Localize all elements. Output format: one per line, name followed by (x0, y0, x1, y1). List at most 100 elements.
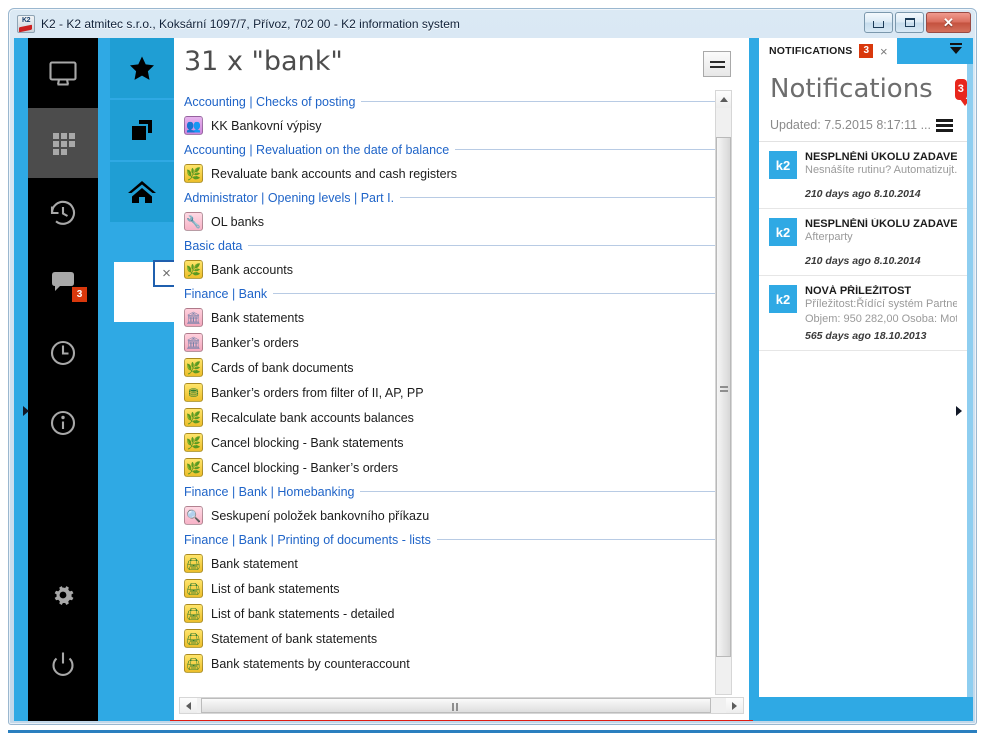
result-list-item[interactable]: 🌿 Cancel blocking - Bank statements (179, 430, 727, 455)
result-group-label: Basic data (184, 238, 243, 253)
notification-timestamp: 210 days ago 8.10.2014 (805, 188, 921, 200)
result-item-icon-glyph: 🌿 (186, 435, 201, 450)
search-results-panel: 31 x "bank" Accounting | Checks of posti… (174, 38, 749, 721)
result-item-label: Cards of bank documents (211, 360, 354, 375)
result-item-icon: ⛃ (184, 383, 203, 402)
result-group-label: Finance | Bank | Homebanking (184, 484, 355, 499)
left-navigation-rail: 3 (28, 38, 98, 721)
group-divider (361, 101, 723, 102)
result-group-label: Accounting | Revaluation on the date of … (184, 142, 450, 157)
result-list-item[interactable]: 🖨 Bank statement (179, 551, 727, 576)
result-item-icon: 🌿 (184, 260, 203, 279)
pin-down-icon[interactable] (949, 43, 963, 58)
result-list-item[interactable]: 🌿 Cards of bank documents (179, 355, 727, 380)
result-item-icon: 🏛 (184, 333, 203, 352)
close-button[interactable]: ✕ (926, 12, 971, 33)
client-area: 3 × 31 x "bank" Accounting | Checks of p… (14, 38, 973, 721)
notification-item[interactable]: k2 NESPLNĚNÍ ÚKOLU ZADAVETE...Afterparty 2… (759, 209, 967, 276)
home-icon (128, 181, 156, 203)
result-list-item[interactable]: ⛃ Banker’s orders from filter of II, AP, … (179, 380, 727, 405)
sidebar-item-time[interactable] (28, 318, 98, 388)
result-list-item[interactable]: 🏛 Banker’s orders (179, 330, 727, 355)
tab-notifications[interactable]: NOTIFICATIONS 3 × (759, 38, 897, 64)
left-edge-expander-arrow[interactable] (23, 406, 29, 416)
application-window: K2 - K2 atmitec s.r.o., Koksární 1097/7,… (8, 8, 977, 725)
sidebar-item-desktop[interactable] (28, 38, 98, 108)
result-item-icon-glyph: ⛃ (188, 385, 199, 400)
vertical-scroll-thumb[interactable] (716, 137, 731, 657)
group-divider (455, 149, 723, 150)
notifications-updated-row: Updated: 7.5.2015 8:17:11 ... (759, 104, 967, 142)
sidebar-item-power[interactable] (28, 629, 98, 699)
notifications-heading: Notifications 3 (759, 64, 967, 106)
hamburger-menu-icon[interactable] (936, 118, 953, 132)
result-group-label: Accounting | Checks of posting (184, 94, 356, 109)
notifications-body: Notifications 3 Updated: 7.5.2015 8:17:1… (759, 64, 967, 697)
result-list-item[interactable]: 🏛 Bank statements (179, 305, 727, 330)
result-list-item[interactable]: 🖨 List of bank statements (179, 576, 727, 601)
results-list[interactable]: Accounting | Checks of posting 👥 KK Bankov… (179, 90, 727, 695)
notification-item-top: k2 NOVÁ PŘÍLEŽITOST Příležitost:Řídící sys… (769, 285, 957, 327)
result-list-item[interactable]: 🌿 Recalculate bank accounts balances (179, 405, 727, 430)
sidebar-item-messages[interactable]: 3 (28, 248, 98, 318)
tab-close-icon[interactable]: × (880, 45, 888, 58)
notification-title: NOVÁ PŘÍLEŽITOST (805, 285, 912, 297)
result-item-label: Banker’s orders (211, 335, 299, 350)
result-item-label: OL banks (211, 214, 265, 229)
scroll-up-button[interactable] (716, 91, 731, 108)
notification-item-top: k2 NESPLNĚNÍ ÚKOLU ZADAVETE...Nesnášíte r… (769, 151, 957, 179)
avatar: k2 (769, 218, 797, 246)
messages-badge: 3 (72, 287, 87, 302)
sidebar-item-apps[interactable] (28, 108, 98, 178)
result-list-item[interactable]: 🔧 OL banks (179, 209, 727, 234)
result-list-item[interactable]: 🖨 Statement of bank statements (179, 626, 727, 651)
result-item-icon-glyph: 🏛 (185, 335, 202, 350)
sidebar-item-settings[interactable] (28, 559, 98, 629)
sidebar-item-info[interactable] (28, 388, 98, 458)
result-item-icon-glyph: 🌿 (186, 410, 201, 425)
result-item-label: KK Bankovní výpisy (211, 118, 322, 133)
scroll-left-button[interactable] (180, 698, 197, 713)
group-divider (400, 197, 723, 198)
notification-item[interactable]: k2 NESPLNĚNÍ ÚKOLU ZADAVETE...Nesnášíte r… (759, 142, 967, 209)
result-item-label: Cancel blocking - Banker’s orders (211, 460, 399, 475)
result-item-icon: 🌿 (184, 164, 203, 183)
quick-button-favorites[interactable] (110, 38, 174, 100)
result-item-icon: 🏛 (184, 308, 203, 327)
quick-popup-panel: × (114, 260, 180, 322)
result-item-label: Seskupení položek bankovního příkazu (211, 508, 430, 523)
horizontal-scroll-thumb[interactable] (201, 698, 711, 713)
group-divider (248, 245, 723, 246)
result-item-icon: 👥 (184, 116, 203, 135)
results-horizontal-scrollbar[interactable] (179, 697, 744, 714)
right-edge-expander-arrow[interactable] (956, 406, 962, 416)
notifications-scroll-edge[interactable] (967, 64, 973, 697)
minimize-button[interactable] (864, 12, 893, 33)
horizontal-scroll-track[interactable] (197, 698, 726, 713)
result-list-item[interactable]: 🖨 List of bank statements - detailed (179, 601, 727, 626)
result-list-item[interactable]: 🌿 Bank accounts (179, 257, 727, 282)
result-item-icon-glyph: 🖨 (185, 581, 202, 596)
result-list-item[interactable]: 🌿 Cancel blocking - Banker’s orders (179, 455, 727, 480)
maximize-button[interactable] (895, 12, 924, 33)
notification-timestamp: 565 days ago 18.10.2013 (805, 329, 927, 342)
results-header: 31 x "bank" (174, 38, 749, 90)
group-divider (273, 293, 723, 294)
monitor-icon (49, 61, 77, 86)
quick-button-windows[interactable] (110, 100, 174, 162)
result-item-icon-glyph: 🌿 (186, 360, 201, 375)
scroll-right-button[interactable] (726, 698, 743, 713)
results-list-container: Accounting | Checks of posting 👥 KK Bankov… (179, 90, 744, 714)
avatar: k2 (769, 285, 797, 313)
sidebar-item-history[interactable] (28, 178, 98, 248)
quick-button-home[interactable] (110, 162, 174, 224)
results-vertical-scrollbar[interactable] (715, 90, 732, 695)
results-menu-button[interactable] (703, 51, 731, 77)
result-item-label: Banker’s orders from filter of II, AP, P… (211, 385, 424, 400)
result-list-item[interactable]: 🌿 Revaluate bank accounts and cash regist… (179, 161, 727, 186)
result-list-item[interactable]: 🔍 Seskupení položek bankovního příkazu (179, 503, 727, 528)
result-list-item[interactable]: 👥 KK Bankovní výpisy (179, 113, 727, 138)
search-bar[interactable] (170, 720, 753, 721)
result-list-item[interactable]: 🖨 Bank statements by counteraccount (179, 651, 727, 676)
notification-item[interactable]: k2 NOVÁ PŘÍLEŽITOST Příležitost:Řídící sys… (759, 276, 967, 351)
